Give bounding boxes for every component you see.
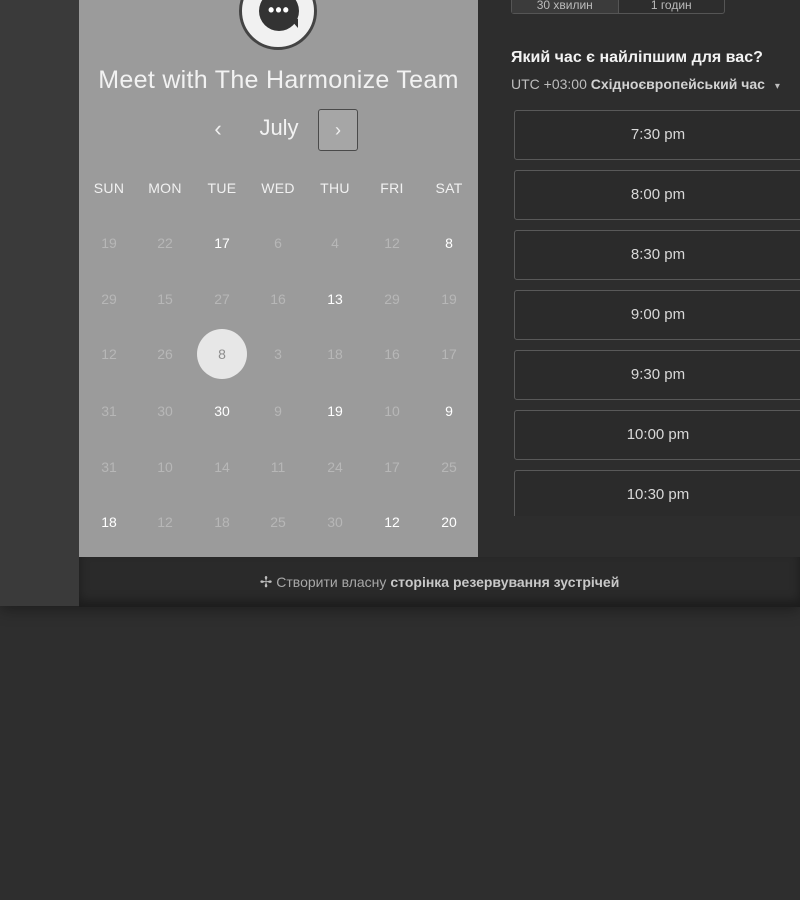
caret-down-icon: ▾ xyxy=(774,81,780,92)
unavailable-day: 16 xyxy=(270,291,286,307)
unavailable-day: 16 xyxy=(384,346,400,362)
unavailable-day: 27 xyxy=(214,291,230,307)
duration-option-1-hour[interactable]: 1 годин xyxy=(617,0,725,13)
footer-bar: ✢ Створити власну сторінка резервування … xyxy=(79,557,800,607)
times-panel: 30 хвилин 1 годин Який час є найліпшим д… xyxy=(478,0,800,557)
available-day[interactable]: 17 xyxy=(197,218,247,268)
unavailable-day: 6 xyxy=(274,235,282,251)
available-day[interactable]: 9 xyxy=(424,386,474,436)
weekday-mon: MON xyxy=(148,180,182,196)
meeting-widget: ••• Meet with The Harmonize Team ‹ July … xyxy=(79,0,800,607)
weekday-sat: SAT xyxy=(435,180,463,196)
timezone-offset: UTC +03:00 xyxy=(511,76,587,92)
unavailable-day: 30 xyxy=(157,403,173,419)
selected-day[interactable]: 8 xyxy=(197,329,247,379)
unavailable-day: 4 xyxy=(331,235,339,251)
unavailable-day: 22 xyxy=(157,235,173,251)
unavailable-day: 25 xyxy=(441,459,457,475)
unavailable-day: 24 xyxy=(327,459,343,475)
available-day[interactable]: 12 xyxy=(367,497,417,547)
calendar-panel: ••• Meet with The Harmonize Team ‹ July … xyxy=(79,0,478,557)
duration-option-30-min[interactable]: 30 хвилин xyxy=(512,0,618,13)
time-slot-list[interactable]: 7:30 pm 8:00 pm 8:30 pm 9:00 pm 9:30 pm 10:00… xyxy=(514,110,800,516)
footer-link[interactable]: сторінка резервування зустрічей xyxy=(390,574,619,590)
timezone-name: Східноєвропейський час xyxy=(590,76,765,92)
available-day[interactable]: 13 xyxy=(310,274,360,324)
booking-page: ••• Meet with The Harmonize Team ‹ July … xyxy=(0,0,800,900)
unavailable-day: 17 xyxy=(441,346,457,362)
unavailable-day: 26 xyxy=(157,346,173,362)
time-slot-button[interactable]: 8:00 pm xyxy=(514,170,800,220)
unavailable-day: 29 xyxy=(384,291,400,307)
unavailable-day: 29 xyxy=(101,291,117,307)
unavailable-day: 10 xyxy=(157,459,173,475)
unavailable-day: 10 xyxy=(384,403,400,419)
unavailable-day: 31 xyxy=(101,403,117,419)
month-navigation: ‹ July › xyxy=(79,108,478,152)
month-label: July xyxy=(259,115,299,140)
avatar: ••• xyxy=(239,0,317,50)
unavailable-day: 18 xyxy=(327,346,343,362)
unavailable-day: 14 xyxy=(214,459,230,475)
unavailable-day: 25 xyxy=(270,514,286,530)
unavailable-day: 12 xyxy=(384,235,400,251)
unavailable-day: 9 xyxy=(274,403,282,419)
time-slot-button[interactable]: 10:30 pm xyxy=(514,470,800,516)
available-day[interactable]: 20 xyxy=(424,497,474,547)
unavailable-day: 15 xyxy=(157,291,173,307)
available-day[interactable]: 19 xyxy=(310,386,360,436)
duration-tabs: 30 хвилин 1 годин xyxy=(511,0,725,14)
weekday-tue: TUE xyxy=(207,180,237,196)
weekday-fri: FRI xyxy=(380,180,404,196)
unavailable-day: 31 xyxy=(101,459,117,475)
time-slot-button[interactable]: 8:30 pm xyxy=(514,230,800,280)
time-slot-button[interactable]: 7:30 pm xyxy=(514,110,800,160)
weekday-thu: THU xyxy=(320,180,350,196)
time-slot-button[interactable]: 9:30 pm xyxy=(514,350,800,400)
available-day[interactable]: 8 xyxy=(424,218,474,268)
unavailable-day: 12 xyxy=(157,514,173,530)
unavailable-day: 19 xyxy=(101,235,117,251)
footer-text: Створити власну xyxy=(276,574,387,590)
timezone-selector[interactable]: UTC +03:00 Східноєвропейський час ▾ xyxy=(511,76,780,92)
unavailable-day: 18 xyxy=(214,514,230,530)
time-question: Який час є найліпшим для вас? xyxy=(511,49,763,66)
chevron-left-icon[interactable]: ‹ xyxy=(203,114,233,144)
available-day[interactable]: 30 xyxy=(197,386,247,436)
unavailable-day: 12 xyxy=(101,346,117,362)
weekday-sun: SUN xyxy=(93,180,125,196)
available-day[interactable]: 18 xyxy=(84,497,134,547)
unavailable-day: 17 xyxy=(384,459,400,475)
meeting-title: Meet with The Harmonize Team xyxy=(98,66,459,94)
unavailable-day: 19 xyxy=(441,291,457,307)
unavailable-day: 3 xyxy=(274,346,282,362)
chat-bubble-dots: ••• xyxy=(268,0,290,20)
time-slot-button[interactable]: 9:00 pm xyxy=(514,290,800,340)
hubspot-sprocket-icon: ✢ xyxy=(259,574,273,591)
weekday-wed: WED xyxy=(261,180,295,196)
chat-bubble-tail xyxy=(290,19,298,28)
time-slot-button[interactable]: 10:00 pm xyxy=(514,410,800,460)
unavailable-day: 11 xyxy=(270,459,286,475)
chevron-right-icon[interactable]: › xyxy=(318,109,358,151)
unavailable-day: 30 xyxy=(327,514,343,530)
